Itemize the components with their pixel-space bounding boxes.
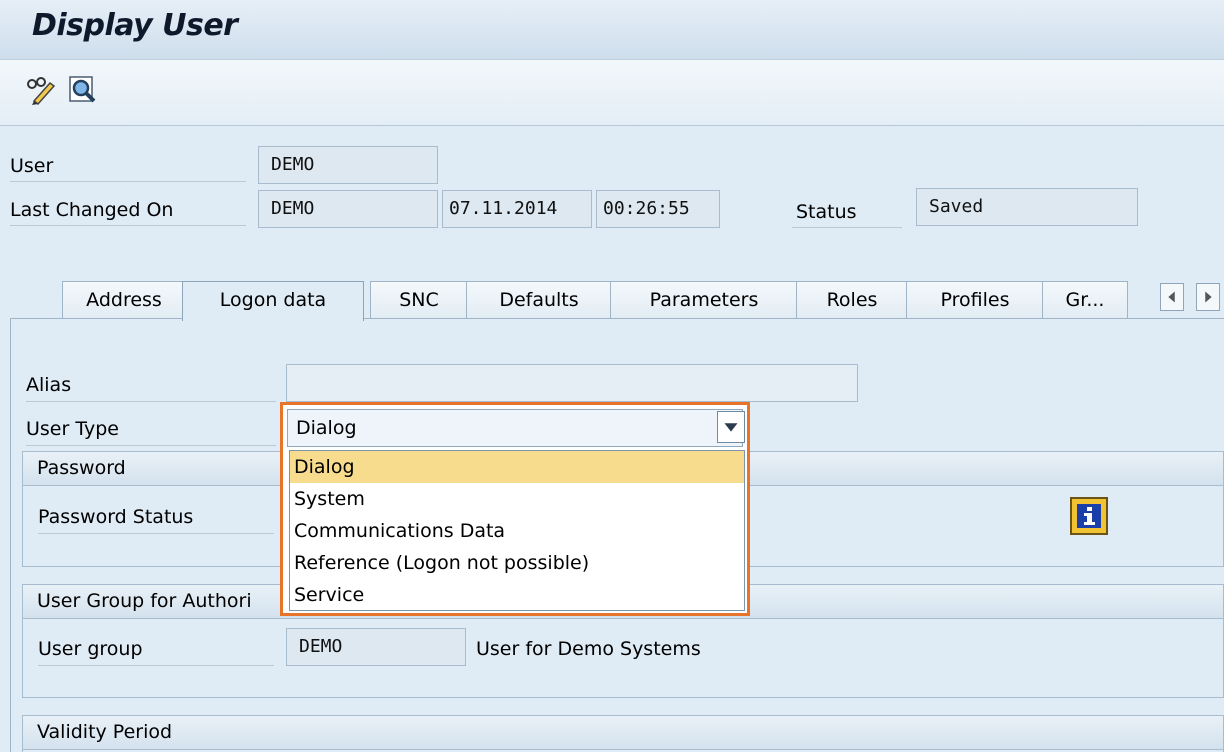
display-object-button[interactable] [66,74,100,108]
last-changed-date-field[interactable]: 07.11.2014 [442,190,592,228]
status-field[interactable]: Saved [916,188,1138,226]
tab-profiles[interactable]: Profiles [906,281,1044,319]
change-display-button[interactable] [24,74,58,108]
pencil-glasses-icon [27,77,56,106]
alias-field[interactable] [286,364,858,402]
validity-group-title: Validity Period [23,716,1223,750]
option-service[interactable]: Service [290,579,744,611]
user-type-dropdown-highlight: Dialog Dialog System Communications Data… [280,402,750,616]
alias-label: Alias [26,368,276,402]
option-dialog[interactable]: Dialog [290,451,744,483]
dropdown-toggle-button[interactable] [717,411,745,443]
application-toolbar [0,60,1224,126]
title-bar: Display User [0,0,1224,60]
tab-scroll-left-button[interactable] [1160,283,1184,311]
tab-parameters[interactable]: Parameters [610,281,798,319]
user-group-field[interactable]: DEMO [286,628,466,666]
magnifier-icon [69,76,96,103]
tab-scroll-right-button[interactable] [1196,283,1220,311]
user-group-label: User group [38,632,274,666]
tab-logon-data[interactable]: Logon data [182,281,364,321]
validity-group: Validity Period [22,715,1224,752]
tab-groups[interactable]: Gr... [1042,281,1128,319]
user-type-select[interactable]: Dialog [287,409,743,447]
password-status-label: Password Status [38,500,274,534]
password-info-button[interactable] [1070,497,1108,535]
page-title: Display User [32,8,238,43]
arrow-left-icon [1168,291,1175,303]
info-icon [1070,497,1108,535]
option-reference[interactable]: Reference (Logon not possible) [290,547,744,579]
user-group-description: User for Demo Systems [476,638,701,660]
arrow-right-icon [1205,291,1212,303]
user-type-label: User Type [26,412,276,446]
user-field[interactable]: DEMO [258,146,438,184]
last-changed-time-field[interactable]: 00:26:55 [596,190,720,228]
tab-defaults[interactable]: Defaults [466,281,612,319]
last-changed-by-field[interactable]: DEMO [258,190,438,228]
status-label: Status [792,196,902,228]
user-label: User [10,150,246,182]
tab-roles[interactable]: Roles [796,281,908,319]
chevron-down-icon [724,423,738,432]
user-type-options-list: Dialog System Communications Data Refere… [289,450,745,611]
option-communications-data[interactable]: Communications Data [290,515,744,547]
last-changed-label: Last Changed On [10,194,246,226]
tab-address[interactable]: Address [62,281,186,319]
tab-snc[interactable]: SNC [370,281,468,319]
option-system[interactable]: System [290,483,744,515]
